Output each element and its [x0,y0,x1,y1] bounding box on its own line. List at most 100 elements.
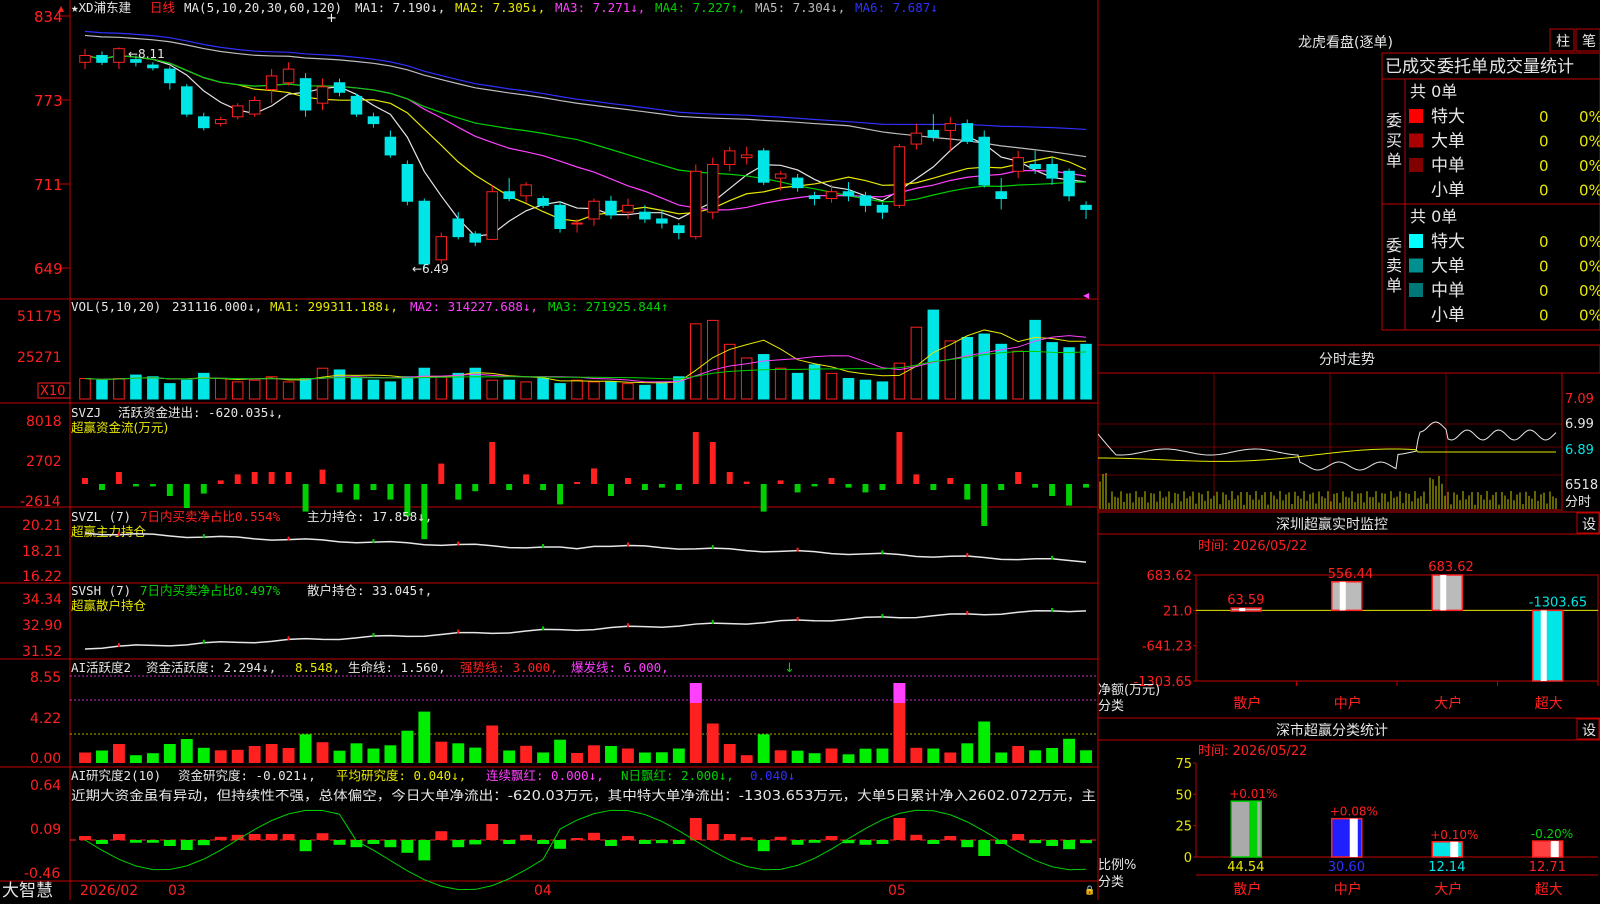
activity-bar [740,755,753,763]
main-chart-svg[interactable]: ★XD浦东建 日线 MA(5,10,20,30,60,120) MA1: 7.1… [0,0,1099,901]
volume-bar [164,383,176,400]
price-axis-label: 649 [34,260,63,278]
activity-bar [316,742,329,763]
crosshair-marker-icon: + [326,11,337,26]
activity-bar [265,744,278,763]
monitor-chart[interactable]: 683.62 21.0 -641.23 -1303.65 63.59 散户 556.44 中户… [1134,560,1599,712]
burst-cap [689,683,702,703]
tab-executed[interactable]: 已成交 [1385,57,1436,77]
stats-bar-stripe [1450,841,1459,857]
candle-body [452,218,465,238]
tab-volume-stats[interactable]: 成交量统计 [1489,57,1574,77]
candle-body [1029,163,1041,170]
vol-ma3: MA3: 271925.844↑ [548,299,668,314]
scroll-indicator-icon[interactable]: ◀ [1083,291,1090,300]
research-bar [469,840,482,845]
stats-settings-label[interactable]: 设 [1582,723,1596,739]
volume-bar [147,376,159,400]
candle-body [707,163,719,213]
flow-bar [692,432,699,484]
holding-tick [287,536,290,541]
candlesticks[interactable] [79,47,1092,268]
research-bar [825,836,838,840]
order-count: 0 [1539,282,1549,300]
volume-bar [113,377,125,400]
ai1-activity: 资金活跃度: 2.294↓, [146,660,276,675]
svsh-ratio: 7日内买卖净占比0.497% [140,583,281,598]
volume-bar [622,383,634,400]
volume-bar [96,379,108,400]
vol-label: VOL(5,10,20) [71,299,161,314]
candle-body [401,163,414,202]
flow-bar [472,484,479,492]
order-color-swatch [1409,234,1423,248]
volume-bars[interactable] [79,309,1092,400]
volume-bar [571,379,583,400]
stock-name[interactable]: ★XD浦东建 [71,0,132,15]
holding-line [84,609,1087,650]
flow-bar [132,484,139,487]
svzj-axis-label: 2702 [26,454,62,470]
volume-bar [707,319,719,400]
activity-bar [655,752,668,763]
price-axis-label: 773 [34,92,63,110]
activity-bar [112,744,125,763]
pen-mode-label[interactable]: 笔 [1582,34,1596,50]
activity-bar [910,747,923,763]
research-bar [248,834,261,840]
sell-group-char: 单 [1386,276,1402,295]
volume-bar [333,369,346,400]
ai2-axis-label: 0.09 [30,822,61,838]
activity-bar [163,744,176,763]
order-pct: 0% [1579,108,1600,126]
lock-icon[interactable]: 🔒 [1084,885,1095,896]
research-bar [978,840,991,856]
order-pct: 0% [1579,157,1600,175]
minute-vol-axis: 6518 [1565,478,1598,493]
stats-value-label: 44.54 [1227,860,1264,875]
bar-mode-label[interactable]: 柱 [1556,34,1570,50]
flow-bar [1049,484,1056,496]
flow-bar [183,484,190,508]
research-bar [112,834,125,840]
research-bar [605,840,617,846]
stats-chart[interactable]: 75 50 25 0 +0.01% 44.54 散户 +0.08% 30.60 中户 +0.10% 1… [1175,757,1598,898]
date-label: 2026/02 [80,883,138,899]
candle-body [757,150,770,183]
order-pct: 0% [1579,182,1600,200]
candle-body [1080,204,1092,210]
volume-bar [520,381,532,400]
main-chart-area[interactable]: ★XD浦东建 日线 MA(5,10,20,30,60,120) MA1: 7.1… [0,0,1099,901]
research-bar [944,836,957,840]
svzl-subtitle: 超赢主力持仓 [71,524,147,539]
monitor-settings-label[interactable]: 设 [1582,517,1596,533]
order-type-label: 大单 [1431,132,1465,152]
volume-bar [978,333,990,400]
activity-bar [435,741,448,763]
vol-ma1: MA1: 299311.188↓, [270,299,398,314]
monitor-bar [1230,607,1262,612]
volume-bar [825,372,838,400]
activity-bar [842,754,855,763]
minute-axis-label: 7.09 [1565,392,1594,407]
ai2-extra: 0.040↓ [750,768,795,783]
research-bars[interactable] [70,809,1098,891]
research-bar [537,840,550,844]
flow-bar [726,472,733,484]
activity-bar [350,743,363,763]
svzj-axis-label: -2614 [20,494,61,510]
period-label[interactable]: 日线 [150,0,176,15]
holding-tick [542,626,545,631]
app-brand[interactable]: 大智慧 [2,881,53,901]
svsh-subtitle: 超赢散户持仓 [71,598,147,613]
activity-bar [248,746,261,763]
candle-body [554,204,566,229]
tab-orders[interactable]: 委托单 [1437,57,1488,77]
volume-bar [808,364,821,400]
research-bar [672,840,685,844]
activity-bar [825,748,838,763]
flow-bar [370,484,377,490]
activity-bar [231,749,244,763]
activity-bars[interactable] [70,675,1098,763]
activity-bar [1012,746,1025,763]
